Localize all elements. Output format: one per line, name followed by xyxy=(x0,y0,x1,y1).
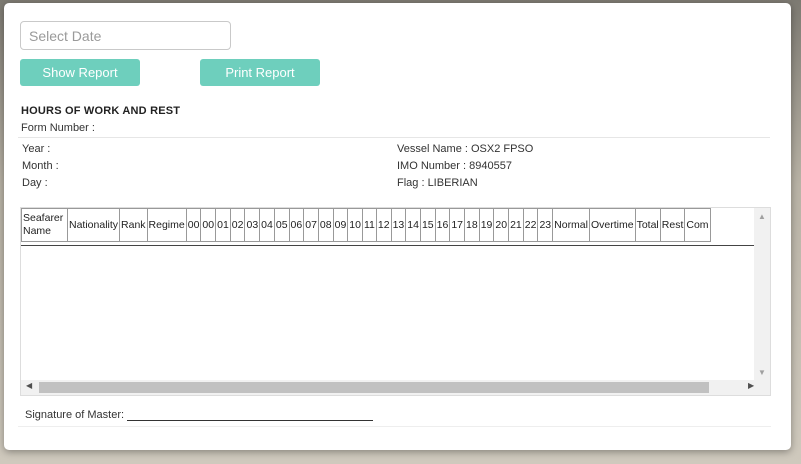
column-header: 14 xyxy=(405,208,421,242)
hours-table-container[interactable]: Seafarer Name Nationality Rank Regime 00 00 01… xyxy=(20,207,771,396)
column-header: 05 xyxy=(273,208,290,242)
hours-table: Seafarer Name Nationality Rank Regime 00 00 01… xyxy=(21,208,711,242)
column-header: Rest xyxy=(659,208,686,242)
column-header: Total xyxy=(634,208,661,242)
print-report-button[interactable]: Print Report xyxy=(200,59,320,86)
table-header-row: Seafarer Name Nationality Rank Regime 00 00 01… xyxy=(21,208,711,242)
form-number-label: Form Number : xyxy=(21,122,95,134)
horizontal-scrollbar[interactable]: ◀ ▶ xyxy=(21,380,770,395)
report-modal: Show Report Print Report HOURS OF WORK A… xyxy=(4,3,791,450)
column-header: 19 xyxy=(478,208,495,242)
footer-divider xyxy=(18,426,771,427)
column-header: 06 xyxy=(288,208,305,242)
signature-label: Signature of Master: xyxy=(25,409,125,421)
signature-of-master: Signature of Master: xyxy=(25,409,374,421)
show-report-button[interactable]: Show Report xyxy=(20,59,140,86)
select-date-input[interactable] xyxy=(20,21,231,50)
column-header: 04 xyxy=(259,208,275,242)
signature-line xyxy=(127,411,374,421)
column-header: 23 xyxy=(537,208,554,242)
column-header: 08 xyxy=(317,208,334,242)
vertical-scrollbar[interactable]: ▲ ▼ xyxy=(754,208,770,382)
column-header: Rank xyxy=(119,208,148,242)
column-header: Normal xyxy=(552,208,590,242)
column-header: 12 xyxy=(375,208,392,242)
column-header: 03 xyxy=(244,208,261,242)
divider xyxy=(18,137,770,138)
year-label: Year : xyxy=(22,143,51,155)
column-header: 00 xyxy=(185,208,202,242)
column-header: 16 xyxy=(434,208,451,242)
scroll-down-icon[interactable]: ▼ xyxy=(758,368,766,377)
scroll-left-icon[interactable]: ◀ xyxy=(26,381,32,390)
column-header: 07 xyxy=(303,208,319,242)
column-header: 18 xyxy=(464,208,480,242)
column-header: 13 xyxy=(390,208,407,242)
column-header: 15 xyxy=(419,208,436,242)
column-header: 11 xyxy=(361,208,377,242)
column-header: Overtime xyxy=(588,208,636,242)
report-title: HOURS OF WORK AND REST xyxy=(21,105,181,117)
column-header: Com xyxy=(684,208,711,242)
scroll-up-icon[interactable]: ▲ xyxy=(758,212,766,221)
vessel-name-label: Vessel Name : OSX2 FPSO xyxy=(397,143,534,155)
column-header: 09 xyxy=(332,208,349,242)
day-label: Day : xyxy=(22,177,48,189)
flag-label: Flag : LIBERIAN xyxy=(397,177,478,189)
column-header: 00 xyxy=(200,208,217,242)
column-header: 01 xyxy=(215,208,231,242)
column-header: 17 xyxy=(449,208,466,242)
scroll-right-icon[interactable]: ▶ xyxy=(748,381,754,390)
column-header: Regime xyxy=(146,208,187,242)
column-header: Seafarer Name xyxy=(21,208,68,242)
table-row-divider xyxy=(21,245,756,246)
column-header: 21 xyxy=(508,208,524,242)
column-header: 10 xyxy=(347,208,363,242)
month-label: Month : xyxy=(22,160,59,172)
column-header: 20 xyxy=(493,208,510,242)
column-header: Nationality xyxy=(66,208,121,242)
horizontal-scroll-thumb[interactable] xyxy=(39,382,709,393)
column-header: 22 xyxy=(522,208,539,242)
imo-number-label: IMO Number : 8940557 xyxy=(397,160,512,172)
column-header: 02 xyxy=(229,208,246,242)
